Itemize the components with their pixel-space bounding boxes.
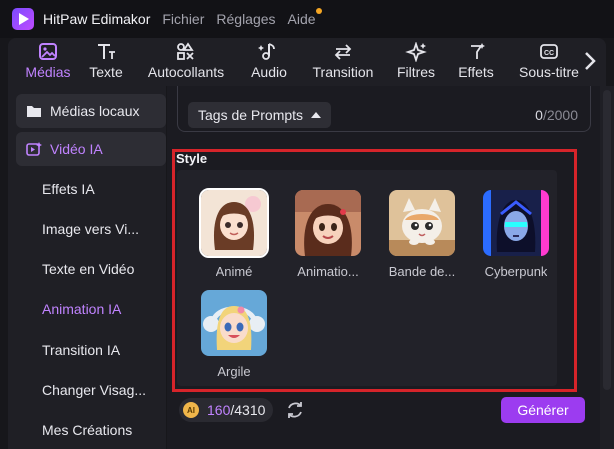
menu-reglages[interactable]: Réglages (216, 11, 275, 27)
text-icon (98, 44, 115, 59)
transition-icon (334, 44, 352, 60)
subtitles-icon: CC (540, 44, 558, 59)
counter-max: /2000 (542, 107, 578, 123)
sidebar-item-mes-creations[interactable]: Mes Créations (16, 413, 166, 447)
tab-label: Filtres (396, 64, 436, 80)
credits-total: /4310 (230, 402, 266, 418)
app-title: HitPaw Edimakor (43, 11, 151, 27)
sidebar-item-animation-ia[interactable]: Animation IA (16, 292, 166, 326)
ai-video-icon (26, 142, 42, 156)
sidebar-item-effets-ia[interactable]: Effets IA (16, 172, 166, 206)
style-option-label: Animatio... (297, 264, 359, 279)
tab-sous-titre[interactable]: CC Sous-titre (514, 42, 584, 84)
main-panel: Tags de Prompts 0/2000 Style Animé Anima… (167, 86, 600, 449)
folder-icon (27, 106, 41, 117)
tab-audio[interactable]: Audio (246, 42, 292, 84)
style-option-cyberpunk[interactable]: Cyberpunk (475, 190, 557, 279)
caret-up-icon (311, 112, 322, 118)
menu-fichier[interactable]: Fichier (162, 11, 204, 27)
counter-current: 0 (535, 107, 543, 123)
footer-bar: AI 160/4310 Générer (175, 394, 593, 428)
tab-label: Sous-titre (519, 64, 579, 80)
stickers-icon (177, 42, 194, 60)
tab-filtres[interactable]: Filtres (394, 42, 438, 84)
sidebar-item-label: Mes Créations (42, 422, 133, 438)
prompt-box[interactable]: Tags de Prompts 0/2000 (177, 86, 591, 132)
character-counter: 0/2000 (535, 107, 578, 123)
svg-text:CC: CC (544, 50, 554, 57)
menu-aide[interactable]: Aide (287, 8, 322, 27)
scrollbar-thumb[interactable] (603, 90, 611, 390)
style-grid: Animé Animatio... Bande de... Cyberpunk (177, 170, 557, 386)
sidebar-item-image-vers-video[interactable]: Image vers Vi... (16, 212, 166, 246)
app-logo-icon (12, 8, 34, 30)
effects-icon (471, 43, 485, 59)
generate-button[interactable]: Générer (501, 397, 585, 423)
sidebar-item-label: Texte en Vidéo (42, 261, 135, 277)
tab-autocollants[interactable]: Autocollants (140, 42, 232, 84)
style-option-label: Cyberpunk (484, 264, 548, 279)
sidebar-item-label: Effets IA (42, 181, 95, 197)
tab-label: Audio (251, 64, 287, 80)
sidebar-item-label: Animation IA (42, 301, 122, 317)
tab-label: Texte (89, 64, 123, 80)
style-thumbnail (201, 290, 267, 356)
style-option-label: Animé (215, 264, 253, 279)
tab-label: Autocollants (147, 64, 225, 80)
ai-credit-icon: AI (183, 402, 199, 418)
style-option-bande-dessinee[interactable]: Bande de... (381, 190, 463, 279)
tab-label: Médias (25, 64, 71, 80)
chevron-right-icon[interactable] (582, 50, 598, 72)
sidebar-item-transition-ia[interactable]: Transition IA (16, 333, 166, 367)
sidebar-item-label: Changer Visag... (42, 382, 147, 398)
sidebar-item-texte-en-video[interactable]: Texte en Vidéo (16, 252, 166, 286)
sidebar-item-medias-locaux[interactable]: Médias locaux (16, 94, 166, 128)
style-thumbnail (389, 190, 455, 256)
sidebar-item-label: Médias locaux (50, 103, 140, 119)
sidebar: Médias locaux Vidéo IA Effets IA Image v… (8, 86, 166, 449)
style-title: Style (176, 151, 208, 166)
title-bar: HitPaw Edimakor Fichier Réglages Aide (0, 0, 614, 38)
sidebar-item-label: Image vers Vi... (42, 221, 140, 237)
style-option-argile[interactable]: Argile (193, 290, 275, 379)
refresh-icon[interactable] (285, 400, 305, 420)
tab-texte[interactable]: Texte (84, 42, 128, 84)
style-thumbnail (483, 190, 549, 256)
menu-aide-label: Aide (287, 11, 316, 27)
credits-used: 160 (207, 402, 231, 418)
style-thumbnail (199, 188, 269, 258)
notification-dot (315, 8, 322, 14)
style-option-animation[interactable]: Animatio... (287, 190, 369, 279)
tab-label: Transition (312, 64, 374, 80)
media-icon (39, 43, 57, 60)
tab-effets[interactable]: Effets (452, 42, 500, 84)
style-option-label: Bande de... (388, 264, 456, 279)
filters-icon (405, 42, 427, 62)
tool-tabs: Médias Texte Autocollants Audio Transiti… (8, 38, 606, 86)
tab-transition[interactable]: Transition (306, 42, 380, 84)
tab-label: Effets (458, 64, 494, 80)
style-thumbnail (295, 190, 361, 256)
credits-indicator: AI 160/4310 (179, 398, 274, 422)
sidebar-item-video-ia[interactable]: Vidéo IA (16, 132, 166, 166)
sidebar-item-changer-visage[interactable]: Changer Visag... (16, 373, 166, 407)
audio-icon (258, 43, 275, 60)
sidebar-item-label: Transition IA (42, 342, 121, 358)
tags-de-prompts-button[interactable]: Tags de Prompts (188, 102, 332, 128)
tab-medias[interactable]: Médias (18, 42, 78, 84)
style-option-anime[interactable]: Animé (193, 188, 275, 279)
tags-button-label: Tags de Prompts (198, 107, 304, 123)
style-option-label: Argile (217, 364, 251, 379)
sidebar-item-label: Vidéo IA (50, 141, 103, 157)
